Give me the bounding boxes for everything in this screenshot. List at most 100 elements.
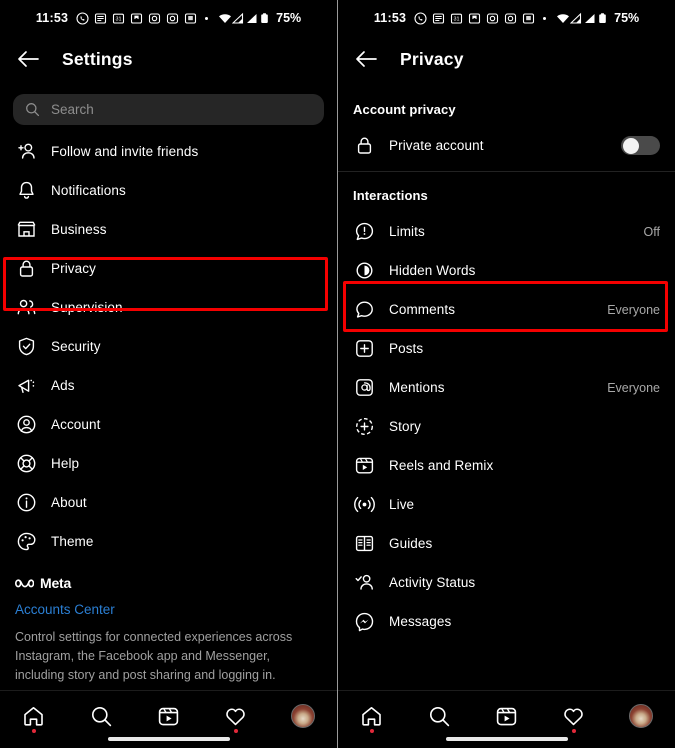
- nav-home-button[interactable]: [350, 701, 394, 733]
- status-bar: 11:53 31 75%: [338, 0, 675, 32]
- app-icon: [184, 12, 197, 25]
- privacy-item-private-account[interactable]: Private account: [338, 126, 675, 165]
- signal-1-icon: [570, 12, 583, 25]
- nav-home-button[interactable]: [12, 701, 56, 733]
- calendar-31-icon: 31: [450, 12, 463, 25]
- privacy-item-value: Everyone: [607, 380, 660, 395]
- sidebar-item-security[interactable]: Security: [0, 327, 337, 366]
- private-account-toggle[interactable]: [621, 136, 660, 155]
- page-title: Settings: [62, 48, 133, 69]
- info-circle-icon: [15, 492, 37, 514]
- sidebar-item-theme[interactable]: Theme: [0, 522, 337, 561]
- sidebar-item-business[interactable]: Business: [0, 210, 337, 249]
- nav-profile-button[interactable]: [619, 701, 663, 731]
- status-indicators: 75%: [556, 11, 639, 25]
- app-icon: [522, 12, 535, 25]
- status-time: 11:53: [35, 11, 69, 25]
- sidebar-item-notifications[interactable]: Notifications: [0, 171, 337, 210]
- sidebar-item-label: Account: [51, 417, 101, 432]
- lifebuoy-icon: [15, 453, 37, 475]
- search-container: Search: [0, 86, 337, 125]
- settings-screen: 11:53 31 75% Settings Search Follow and …: [0, 0, 337, 748]
- sidebar-item-privacy[interactable]: Privacy: [0, 249, 337, 288]
- sidebar-item-label: Theme: [51, 534, 94, 549]
- home-icon: [22, 705, 45, 728]
- privacy-item-posts[interactable]: Posts: [338, 329, 675, 368]
- nav-activity-button[interactable]: [552, 701, 596, 733]
- privacy-item-label: Posts: [389, 341, 424, 356]
- reels-icon: [157, 705, 180, 728]
- sidebar-item-label: Privacy: [51, 261, 96, 276]
- privacy-item-label: Limits: [389, 224, 425, 239]
- news-icon: [94, 12, 107, 25]
- privacy-item-label: Private account: [389, 138, 484, 153]
- heart-icon: [224, 705, 247, 728]
- meta-brand: Meta: [15, 575, 322, 591]
- interactions-list: Limits Off Hidden Words Comments Everyon…: [338, 212, 675, 641]
- sidebar-item-about[interactable]: About: [0, 483, 337, 522]
- privacy-screen: 11:53 31 75% Privacy Account privacy Pri…: [337, 0, 675, 748]
- save-icon: [130, 12, 143, 25]
- activity-status-icon: [353, 572, 375, 594]
- wifi-icon: [218, 12, 232, 25]
- sidebar-item-account[interactable]: Account: [0, 405, 337, 444]
- privacy-item-messages[interactable]: Messages: [338, 602, 675, 641]
- activity-badge-dot: [233, 729, 238, 733]
- accounts-center-link[interactable]: Accounts Center: [15, 602, 322, 617]
- story-plus-icon: [353, 416, 375, 438]
- privacy-item-label: Activity Status: [389, 575, 476, 590]
- privacy-item-limits[interactable]: Limits Off: [338, 212, 675, 251]
- store-icon: [15, 219, 37, 241]
- privacy-item-live[interactable]: Live: [338, 485, 675, 524]
- megaphone-icon: [15, 375, 37, 397]
- back-arrow-icon[interactable]: [352, 45, 380, 73]
- search-input[interactable]: Search: [13, 94, 324, 125]
- palette-icon: [15, 531, 37, 553]
- activity-badge-dot: [571, 729, 576, 733]
- settings-header: Settings: [0, 32, 337, 86]
- privacy-item-comments[interactable]: Comments Everyone: [338, 290, 675, 329]
- privacy-item-label: Hidden Words: [389, 263, 476, 278]
- whatsapp-icon: [76, 11, 89, 25]
- svg-text:31: 31: [116, 16, 122, 22]
- page-title: Privacy: [400, 48, 464, 69]
- sidebar-item-help[interactable]: Help: [0, 444, 337, 483]
- nav-search-button[interactable]: [417, 701, 461, 731]
- battery-icon: [598, 12, 611, 25]
- signal-2-icon: [246, 12, 259, 25]
- meta-description: Control settings for connected experienc…: [15, 630, 293, 682]
- sidebar-item-supervision[interactable]: Supervision: [0, 288, 337, 327]
- limits-icon: [353, 221, 375, 243]
- privacy-item-label: Mentions: [389, 380, 445, 395]
- sidebar-item-follow-and-invite-friends[interactable]: Follow and invite friends: [0, 132, 337, 171]
- avatar: [291, 704, 316, 728]
- privacy-item-activity-status[interactable]: Activity Status: [338, 563, 675, 602]
- privacy-item-label: Story: [389, 419, 422, 434]
- privacy-item-guides[interactable]: Guides: [338, 524, 675, 563]
- privacy-item-value: Off: [643, 224, 660, 239]
- settings-list: Follow and invite friends Notifications …: [0, 125, 337, 561]
- shield-check-icon: [15, 336, 37, 358]
- sidebar-item-ads[interactable]: Ads: [0, 366, 337, 405]
- privacy-item-story[interactable]: Story: [338, 407, 675, 446]
- meta-infinity-icon: [15, 577, 34, 590]
- nav-activity-button[interactable]: [214, 701, 258, 733]
- sidebar-item-label: About: [51, 495, 87, 510]
- status-indicators: 75%: [218, 11, 301, 25]
- nav-profile-button[interactable]: [281, 701, 325, 731]
- nav-reels-button[interactable]: [146, 701, 190, 731]
- nav-search-button[interactable]: [79, 701, 123, 731]
- reels-icon: [353, 455, 375, 477]
- back-arrow-icon[interactable]: [14, 45, 42, 73]
- add-person-icon: [15, 141, 37, 163]
- nav-reels-button[interactable]: [484, 701, 528, 731]
- sidebar-item-label: Ads: [51, 378, 75, 393]
- bottom-navigation-bar: [338, 690, 675, 748]
- privacy-item-reels-and-remix[interactable]: Reels and Remix: [338, 446, 675, 485]
- status-time: 11:53: [373, 11, 407, 25]
- privacy-item-hidden-words[interactable]: Hidden Words: [338, 251, 675, 290]
- sidebar-item-label: Supervision: [51, 300, 123, 315]
- search-icon: [90, 705, 113, 728]
- instagram-icon: [148, 12, 161, 25]
- privacy-item-mentions[interactable]: Mentions Everyone: [338, 368, 675, 407]
